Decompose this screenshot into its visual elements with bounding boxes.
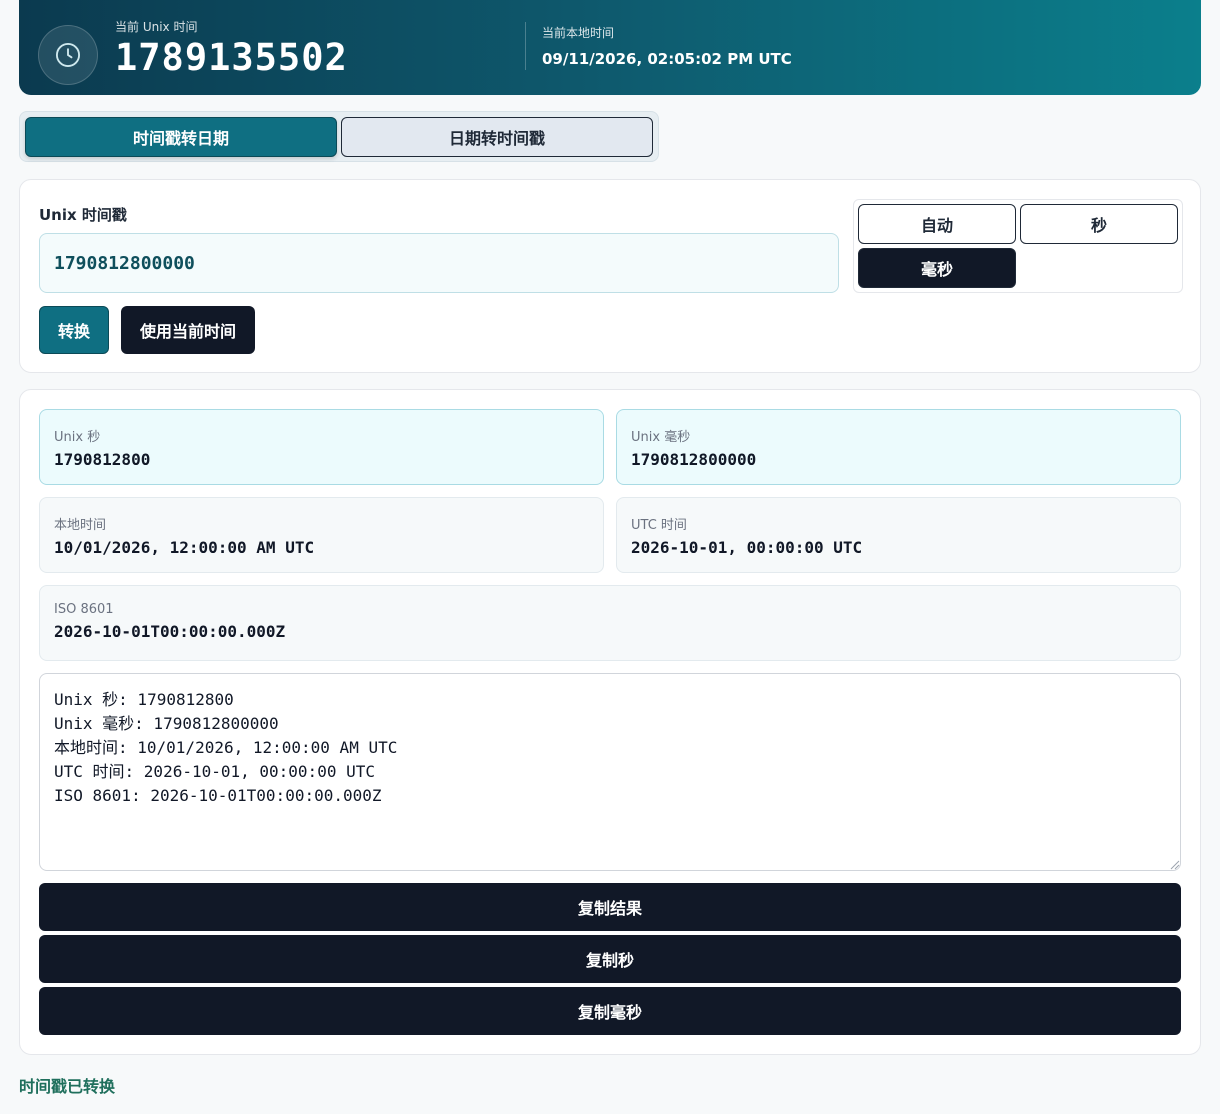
unit-seconds-button[interactable]: 秒: [1020, 204, 1178, 244]
timestamp-input[interactable]: [39, 233, 839, 293]
tab-date-to-timestamp[interactable]: 日期转时间戳: [341, 117, 653, 157]
header-divider: [525, 22, 526, 70]
current-time-header: 当前 Unix 时间 1789135502 当前本地时间 09/11/2026,…: [19, 0, 1201, 95]
copy-result-button[interactable]: 复制结果: [39, 883, 1181, 931]
convert-button[interactable]: 转换: [39, 306, 109, 354]
unit-selector: 自动 秒 毫秒: [853, 199, 1183, 293]
utc-time-label: UTC 时间: [631, 518, 687, 533]
clock-icon: [38, 25, 98, 85]
current-unix-value: 1789135502: [115, 36, 348, 79]
unix-seconds-value: 1790812800: [54, 450, 151, 469]
copy-milliseconds-button[interactable]: 复制毫秒: [39, 987, 1181, 1035]
status-message: 时间戳已转换: [19, 1077, 116, 1096]
iso-card: ISO 8601 2026-10-01T00:00:00.000Z: [39, 585, 1181, 661]
local-time-value: 10/01/2026, 12:00:00 AM UTC: [54, 538, 315, 557]
unix-seconds-card: Unix 秒 1790812800: [39, 409, 604, 485]
unix-ms-label: Unix 毫秒: [631, 430, 691, 445]
local-time-card: 本地时间 10/01/2026, 12:00:00 AM UTC: [39, 497, 604, 573]
resize-handle-icon[interactable]: [1170, 860, 1180, 870]
unit-auto-button[interactable]: 自动: [858, 204, 1016, 244]
result-panel: Unix 秒 1790812800 Unix 毫秒 1790812800000 …: [19, 389, 1201, 1055]
copy-seconds-button[interactable]: 复制秒: [39, 935, 1181, 983]
current-unix-label: 当前 Unix 时间: [115, 20, 198, 34]
tab-timestamp-to-date[interactable]: 时间戳转日期: [25, 117, 337, 157]
unix-ms-value: 1790812800000: [631, 450, 757, 469]
utc-time-value: 2026-10-01, 00:00:00 UTC: [631, 538, 863, 557]
utc-time-card: UTC 时间 2026-10-01, 00:00:00 UTC: [616, 497, 1181, 573]
timestamp-input-label: Unix 时间戳: [39, 206, 127, 224]
local-time-label: 本地时间: [54, 518, 107, 533]
current-local-label: 当前本地时间: [542, 26, 615, 40]
unix-seconds-label: Unix 秒: [54, 430, 101, 445]
iso-value: 2026-10-01T00:00:00.000Z: [54, 622, 286, 641]
unit-milliseconds-button[interactable]: 毫秒: [858, 248, 1016, 288]
current-local-value: 09/11/2026, 02:05:02 PM UTC: [542, 50, 792, 68]
input-panel: Unix 时间戳 自动 秒 毫秒 转换 使用当前时间: [19, 179, 1201, 373]
unix-ms-card: Unix 毫秒 1790812800000: [616, 409, 1181, 485]
mode-tabs: 时间戳转日期 日期转时间戳: [19, 111, 659, 162]
iso-label: ISO 8601: [54, 602, 114, 617]
use-current-time-button[interactable]: 使用当前时间: [121, 306, 255, 354]
result-summary-textarea[interactable]: Unix 秒: 1790812800 Unix 毫秒: 179081280000…: [39, 673, 1181, 871]
